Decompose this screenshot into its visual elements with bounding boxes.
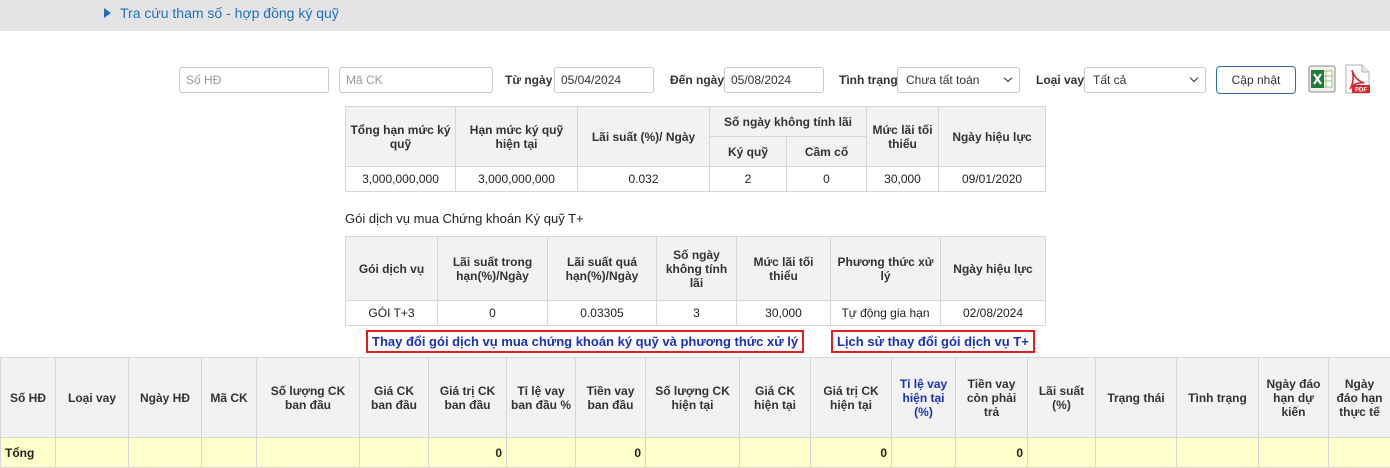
table-row: 3,000,000,000 3,000,000,000 0.032 2 0 30… <box>346 167 1046 192</box>
column-header[interactable]: Ngày đáo hạn dự kiến <box>1259 358 1329 438</box>
cell-total-limit: 3,000,000,000 <box>346 167 456 192</box>
total-initial-loan: 0 <box>576 438 646 468</box>
header-no-interest-days: Số ngày không tính lãi <box>710 107 867 137</box>
total-initial-value: 0 <box>429 438 507 468</box>
total-row: Tổng 0 0 0 0 <box>1 438 1390 468</box>
total-current-value: 0 <box>811 438 892 468</box>
cell-pledge: 0 <box>787 167 867 192</box>
header-method: Phương thức xử lý <box>831 237 941 301</box>
to-date-label: Đến ngày <box>670 73 724 87</box>
column-header[interactable]: Mã CK <box>202 358 257 438</box>
cell-effective-date: 09/01/2020 <box>939 167 1046 192</box>
cell-rate: 0.032 <box>578 167 710 192</box>
to-date-input[interactable] <box>724 67 824 93</box>
cell-package: GÓI T+3 <box>346 301 438 326</box>
package-caption: Gói dịch vụ mua Chứng khoán Ký quỹ T+ <box>345 211 584 226</box>
column-header[interactable]: Trạng thái <box>1096 358 1177 438</box>
total-cell <box>507 438 576 468</box>
column-header[interactable]: Tiền vay còn phải trả <box>956 358 1028 438</box>
column-header[interactable]: Loại vay <box>56 358 129 438</box>
total-cell <box>1028 438 1096 468</box>
header-rate: Lãi suất (%)/ Ngày <box>578 107 710 167</box>
total-cell <box>1259 438 1329 468</box>
table-header-row: Số HĐ Loại vay Ngày HĐ Mã CK Số lượng CK… <box>1 358 1390 438</box>
service-package-table: Gói dịch vụ Lãi suất trong hạn(%)/Ngày L… <box>345 236 1046 326</box>
total-cell <box>1177 438 1259 468</box>
column-header[interactable]: Tình trạng <box>1177 358 1259 438</box>
loan-type-select-value: Tất cả <box>1093 73 1126 87</box>
header-in-term-rate: Lãi suất trong hạn(%)/Ngày <box>438 237 548 301</box>
status-select-value: Chưa tất toán <box>906 73 979 87</box>
column-header[interactable]: Giá trị CK ban đầu <box>429 358 507 438</box>
total-cell <box>202 438 257 468</box>
header-min-interest: Mức lãi tối thiểu <box>867 107 939 167</box>
total-cell <box>360 438 429 468</box>
header-bar: Tra cứu tham số - hợp đồng ký quỹ <box>0 0 1390 31</box>
column-header[interactable]: Số HĐ <box>1 358 56 438</box>
loan-type-select[interactable]: Tất cả <box>1084 67 1206 93</box>
package-history-link[interactable]: Lịch sử thay đổi gói dịch vụ T+ <box>831 330 1035 353</box>
total-remaining-loan: 0 <box>956 438 1028 468</box>
column-header[interactable]: Giá CK hiện tại <box>740 358 811 438</box>
cell-min-interest: 30,000 <box>867 167 939 192</box>
from-date-label: Từ ngày <box>505 73 552 87</box>
cell-effective-date: 02/08/2024 <box>941 301 1046 326</box>
header-current-limit: Hạn mức ký quỹ hiện tại <box>456 107 578 167</box>
svg-text:PDF: PDF <box>1355 88 1367 94</box>
header-overdue-rate: Lãi suất quá hạn(%)/Ngày <box>548 237 657 301</box>
page-title[interactable]: Tra cứu tham số - hợp đồng ký quỹ <box>120 5 339 21</box>
total-cell <box>1096 438 1177 468</box>
cell-overdue-rate: 0.03305 <box>548 301 657 326</box>
column-header[interactable]: Tiền vay ban đầu <box>576 358 646 438</box>
contract-table: Số HĐ Loại vay Ngày HĐ Mã CK Số lượng CK… <box>0 357 1390 468</box>
cell-in-term-rate: 0 <box>438 301 548 326</box>
total-cell <box>129 438 202 468</box>
header-no-interest-days: Số ngày không tính lãi <box>657 237 737 301</box>
header-min-interest: Mức lãi tối thiểu <box>737 237 831 301</box>
total-cell <box>740 438 811 468</box>
table-row: GÓI T+3 0 0.03305 3 30,000 Tự động gia h… <box>346 301 1046 326</box>
total-cell <box>646 438 740 468</box>
total-cell <box>892 438 956 468</box>
status-label: Tình trạng <box>839 73 898 87</box>
pdf-icon[interactable]: PDF <box>1342 63 1372 95</box>
cell-current-limit: 3,000,000,000 <box>456 167 578 192</box>
loan-type-label: Loại vay <box>1036 73 1084 87</box>
total-cell <box>56 438 129 468</box>
cell-margin: 2 <box>710 167 787 192</box>
triangle-right-icon[interactable] <box>104 8 111 18</box>
header-total-limit: Tổng hạn mức ký quỹ <box>346 107 456 167</box>
column-header[interactable]: Giá CK ban đầu <box>360 358 429 438</box>
excel-icon[interactable] <box>1308 65 1336 93</box>
header-effective-date: Ngày hiệu lực <box>939 107 1046 167</box>
stock-code-input[interactable] <box>339 67 493 93</box>
from-date-input[interactable] <box>554 67 654 93</box>
cell-min-interest: 30,000 <box>737 301 831 326</box>
cell-no-interest-days: 3 <box>657 301 737 326</box>
header-pledge: Cầm cố <box>787 137 867 167</box>
column-header[interactable]: Số lượng CK ban đầu <box>257 358 360 438</box>
total-label: Tổng <box>1 438 56 468</box>
update-button[interactable]: Cập nhật <box>1216 66 1296 94</box>
change-package-link[interactable]: Thay đổi gói dịch vụ mua chứng khoán ký … <box>366 330 804 353</box>
header-package: Gói dịch vụ <box>346 237 438 301</box>
cell-method: Tự động gia hạn <box>831 301 941 326</box>
status-select[interactable]: Chưa tất toán <box>897 67 1020 93</box>
chevron-down-icon <box>1190 74 1198 82</box>
total-cell <box>1329 438 1390 468</box>
column-header[interactable]: Lãi suất (%) <box>1028 358 1096 438</box>
contract-number-input[interactable] <box>179 67 329 93</box>
column-header-current-loan-ratio[interactable]: Tỉ lệ vay hiện tại (%) <box>892 358 956 438</box>
total-cell <box>257 438 360 468</box>
header-effective-date: Ngày hiệu lực <box>941 237 1046 301</box>
column-header[interactable]: Ngày HĐ <box>129 358 202 438</box>
chevron-down-icon <box>1004 74 1012 82</box>
column-header[interactable]: Giá trị CK hiện tại <box>811 358 892 438</box>
column-header[interactable]: Ngày đáo hạn thực tế <box>1329 358 1390 438</box>
column-header[interactable]: Tỉ lệ vay ban đầu % <box>507 358 576 438</box>
column-header[interactable]: Số lượng CK hiện tại <box>646 358 740 438</box>
margin-limit-table: Tổng hạn mức ký quỹ Hạn mức ký quỹ hiện … <box>345 106 1046 192</box>
header-margin: Ký quỹ <box>710 137 787 167</box>
